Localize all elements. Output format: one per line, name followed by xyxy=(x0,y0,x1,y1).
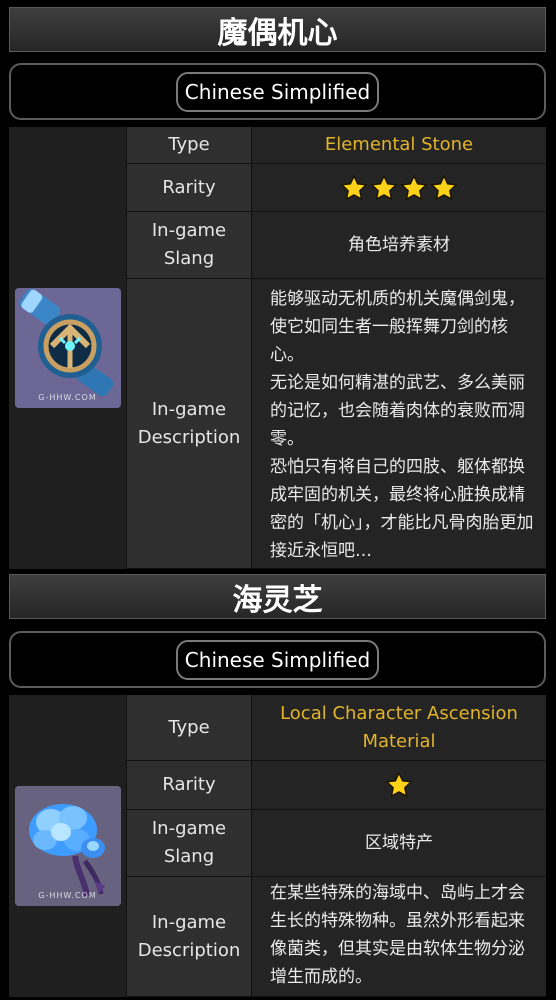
description-paragraph: 恐怕只有将自己的四肢、躯体都换成牢固的机关，最终将心脏换成精密的「机心」，才能比… xyxy=(270,457,534,561)
type-label: Type xyxy=(127,695,251,761)
language-button[interactable]: Chinese Simplified xyxy=(175,71,380,112)
description-text: 在某些特殊的海域中、岛屿上才会生长的特殊物种。虽然外形看起来像菌类，但其实是由软… xyxy=(251,877,546,997)
rarity-label: Rarity xyxy=(127,761,251,810)
description-label: In-game Description xyxy=(127,877,251,997)
slang-value: 区域特产 xyxy=(251,810,546,877)
rarity-stars xyxy=(340,173,458,202)
item-title-text: 海灵芝 xyxy=(232,582,323,618)
item-image-cell: G-HHW.COM xyxy=(9,127,127,569)
description-text: 能够驱动无机质的机关魔偶剑鬼，使它如同生者一般挥舞刀剑的核心。 无论是如何精湛的… xyxy=(251,279,546,569)
item-image-cell: G-HHW.COM xyxy=(9,695,127,997)
star-icon xyxy=(370,173,398,200)
slang-row: In-game Slang 区域特产 xyxy=(127,810,546,877)
description-row: In-game Description 能够驱动无机质的机关魔偶剑鬼，使它如同生… xyxy=(127,279,546,569)
type-row: Type Local Character Ascension Material xyxy=(127,695,546,761)
rarity-value xyxy=(251,164,546,212)
watermark: G-HHW.COM xyxy=(38,393,97,402)
sea-ganoderma-icon: G-HHW.COM xyxy=(14,786,121,906)
item-card: G-HHW.COM Type Local Character Ascension… xyxy=(9,695,546,997)
description-paragraph: 无论是如何精湛的武艺、多么美丽的记忆，也会随着肉体的衰败而凋零。 xyxy=(270,373,525,449)
rarity-label: Rarity xyxy=(127,164,251,212)
rarity-stars xyxy=(385,771,413,799)
rarity-row: Rarity xyxy=(127,761,546,810)
star-icon xyxy=(400,173,428,200)
language-bar: Chinese Simplified xyxy=(9,63,546,120)
description-paragraph: 在某些特殊的海域中、岛屿上才会生长的特殊物种。虽然外形看起来像菌类，但其实是由软… xyxy=(270,883,525,987)
item-title-text: 魔偶机心 xyxy=(217,15,338,51)
item-title: 海灵芝 xyxy=(9,574,546,619)
clockwork-core-icon: G-HHW.COM xyxy=(14,288,121,408)
star-icon xyxy=(430,173,458,200)
slang-label: In-game Slang xyxy=(127,810,251,877)
type-value: Local Character Ascension Material xyxy=(251,695,546,761)
slang-label: In-game Slang xyxy=(127,212,251,279)
description-paragraph: 能够驱动无机质的机关魔偶剑鬼，使它如同生者一般挥舞刀剑的核心。 xyxy=(270,289,525,365)
item-card: G-HHW.COM Type Elemental Stone Rarity In… xyxy=(9,127,546,569)
watermark: G-HHW.COM xyxy=(38,891,97,900)
slang-value: 角色培养素材 xyxy=(251,212,546,279)
description-label: In-game Description xyxy=(127,279,251,569)
type-value: Elemental Stone xyxy=(251,127,546,164)
type-row: Type Elemental Stone xyxy=(127,127,546,164)
type-label: Type xyxy=(127,127,251,164)
item-title: 魔偶机心 xyxy=(9,7,546,52)
rarity-value xyxy=(251,761,546,810)
description-row: In-game Description 在某些特殊的海域中、岛屿上才会生长的特殊… xyxy=(127,877,546,997)
page: 魔偶机心 Chinese Simplified G-HHW.COM Type E… xyxy=(0,0,556,1000)
slang-row: In-game Slang 角色培养素材 xyxy=(127,212,546,279)
language-bar: Chinese Simplified xyxy=(9,631,546,688)
star-icon xyxy=(385,771,413,798)
star-icon xyxy=(340,173,368,200)
language-button[interactable]: Chinese Simplified xyxy=(175,639,380,680)
rarity-row: Rarity xyxy=(127,164,546,212)
